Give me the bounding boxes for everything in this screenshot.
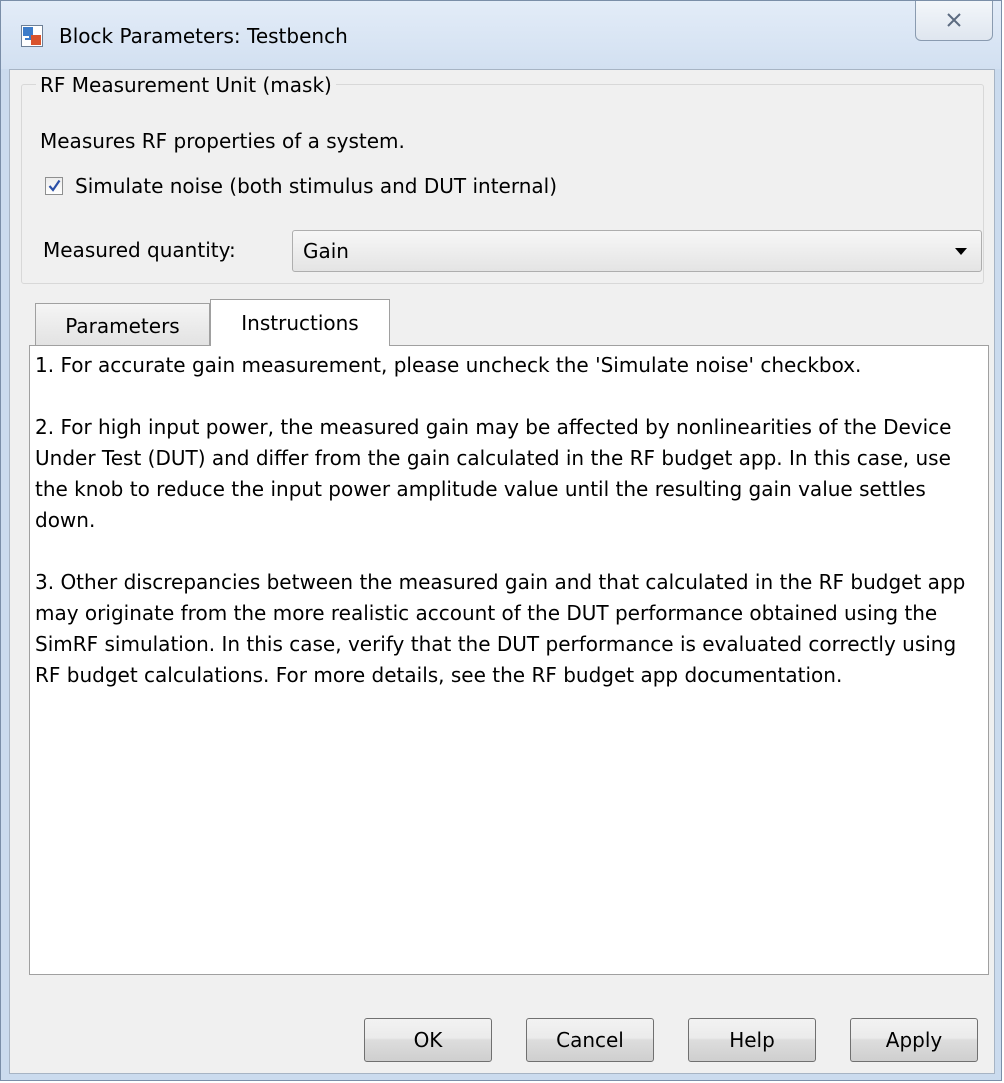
close-button[interactable] bbox=[915, 1, 993, 41]
mask-group-title: RF Measurement Unit (mask) bbox=[36, 72, 336, 98]
window-title: Block Parameters: Testbench bbox=[59, 24, 348, 48]
instruction-paragraph: 2. For high input power, the measured ga… bbox=[35, 415, 952, 532]
mask-description: Measures RF properties of a system. bbox=[40, 129, 405, 153]
simulate-noise-checkbox[interactable] bbox=[45, 177, 63, 195]
cancel-button[interactable]: Cancel bbox=[526, 1018, 654, 1062]
dialog-body: RF Measurement Unit (mask) Measures RF p… bbox=[9, 69, 995, 1074]
tab-instructions[interactable]: Instructions bbox=[210, 299, 390, 346]
instructions-pane[interactable]: 1. For accurate gain measurement, please… bbox=[29, 345, 989, 975]
measured-quantity-label: Measured quantity: bbox=[43, 238, 236, 262]
block-parameters-dialog: Block Parameters: Testbench RF Measureme… bbox=[0, 0, 1002, 1081]
measured-quantity-value: Gain bbox=[303, 239, 349, 263]
instruction-paragraph: 1. For accurate gain measurement, please… bbox=[35, 353, 862, 377]
mask-group: RF Measurement Unit (mask) Measures RF p… bbox=[21, 72, 984, 284]
chevron-down-icon bbox=[955, 248, 967, 255]
apply-button[interactable]: Apply bbox=[850, 1018, 978, 1062]
checkmark-icon bbox=[48, 179, 61, 192]
simulate-noise-row[interactable]: Simulate noise (both stimulus and DUT in… bbox=[45, 171, 557, 201]
instruction-paragraph: 3. Other discrepancies between the measu… bbox=[35, 570, 966, 687]
measured-quantity-dropdown[interactable]: Gain bbox=[292, 230, 982, 272]
help-button[interactable]: Help bbox=[688, 1018, 816, 1062]
ok-button[interactable]: OK bbox=[364, 1018, 492, 1062]
tab-parameters[interactable]: Parameters bbox=[35, 303, 210, 346]
simulate-noise-label[interactable]: Simulate noise (both stimulus and DUT in… bbox=[75, 171, 557, 201]
title-bar[interactable]: Block Parameters: Testbench bbox=[1, 1, 1001, 69]
tab-bar: Parameters Instructions bbox=[30, 299, 990, 346]
simulink-block-icon bbox=[21, 25, 43, 47]
instructions-text: 1. For accurate gain measurement, please… bbox=[35, 350, 985, 722]
close-icon bbox=[947, 13, 961, 27]
